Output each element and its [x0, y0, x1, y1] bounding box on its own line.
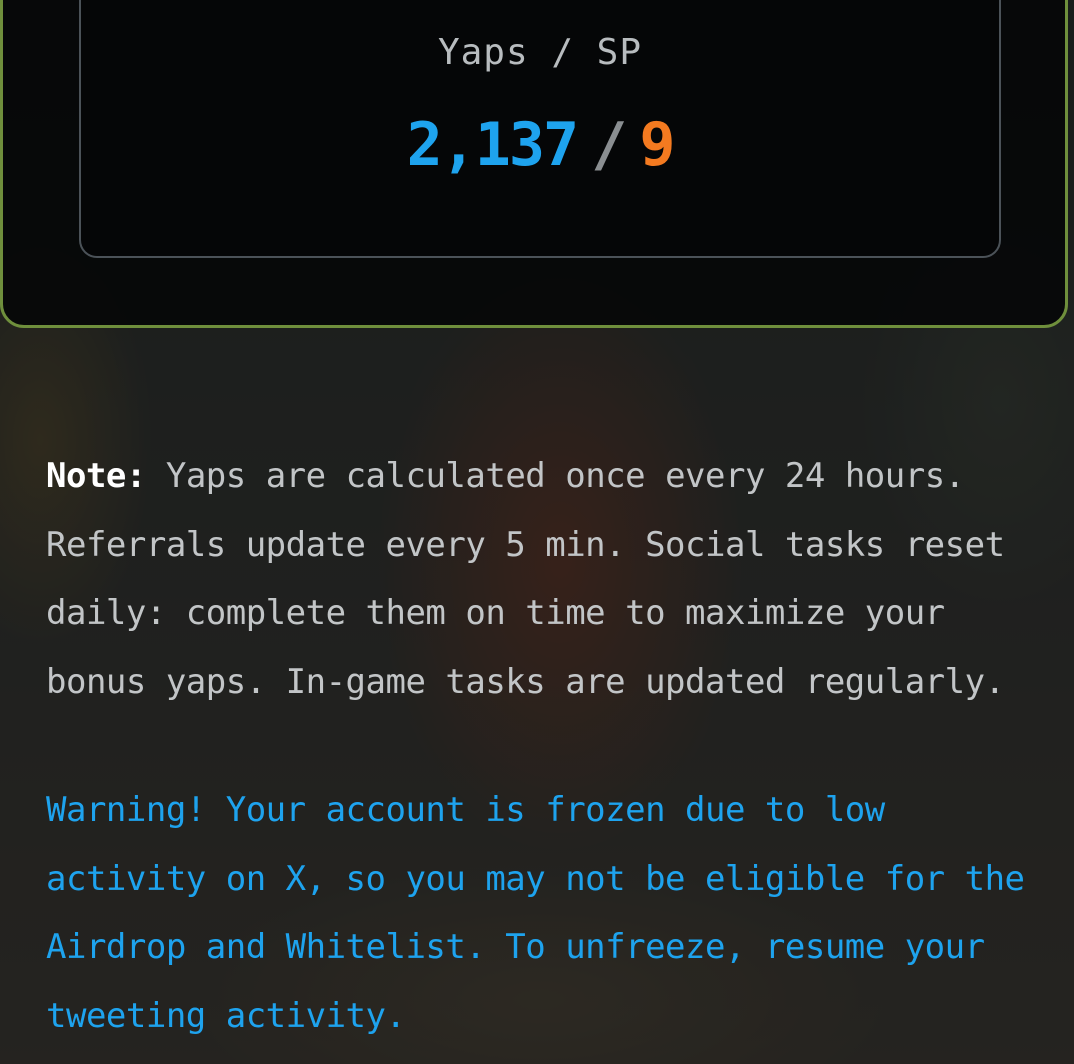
yaps-count: 2,137 — [406, 110, 580, 180]
yaps-sp-box: Yaps / SP 2,137/9 — [79, 0, 1001, 258]
yaps-sp-label: Yaps / SP — [437, 32, 643, 73]
frozen-account-warning: Warning! Your account is frozen due to l… — [46, 790, 1025, 1036]
value-separator: / — [591, 110, 627, 180]
yaps-sp-value: 2,137/9 — [81, 110, 999, 180]
sp-count: 9 — [639, 110, 675, 180]
note-paragraph: Note: Yaps are calculated once every 24 … — [46, 442, 1036, 716]
note-label: Note: — [46, 456, 146, 496]
note-text: Yaps are calculated once every 24 hours.… — [46, 456, 1005, 702]
